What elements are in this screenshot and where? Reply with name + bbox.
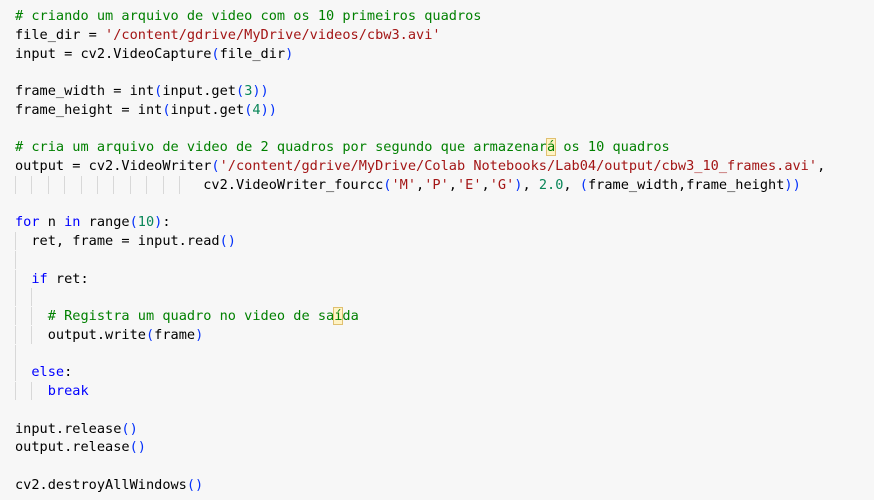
code-line[interactable]: # Registra um quadro no video de saída [15, 307, 359, 325]
code-line[interactable]: for n in range(10): [15, 213, 171, 231]
code-token: frame_height = int [15, 101, 163, 118]
indent-guide [31, 288, 33, 307]
code-token: file_dir [219, 45, 286, 62]
code-token: input.release [15, 420, 122, 437]
code-token: 'P' [424, 176, 449, 193]
code-token: )) [260, 101, 277, 118]
code-token: ( [162, 101, 171, 118]
code-line[interactable]: input.release() [15, 420, 138, 438]
code-token: in [64, 214, 81, 231]
code-token: á [545, 138, 557, 157]
code-line[interactable]: frame_width = int(input.get(3)) [15, 82, 269, 100]
code-token: , [448, 176, 457, 193]
code-token: 2.0 [538, 176, 564, 193]
code-token: 10 [137, 214, 155, 231]
code-line[interactable]: file_dir = '/content/gdrive/MyDrive/vide… [15, 26, 441, 44]
code-line[interactable]: else: [15, 363, 72, 381]
code-token: cv2.VideoWriter_fourcc [15, 176, 384, 193]
code-token: , [522, 176, 539, 193]
code-token: ) [285, 45, 294, 62]
code-token: range [80, 214, 130, 231]
code-token: , [481, 176, 490, 193]
code-token: )) [784, 176, 801, 193]
code-token: () [121, 420, 138, 437]
code-line[interactable]: cv2.VideoWriter_fourcc('M','P','E','G'),… [15, 176, 801, 194]
code-token: '/content/gdrive/MyDrive/Colab Notebooks… [219, 158, 818, 174]
code-token: 'G' [489, 176, 515, 193]
code-line[interactable]: # criando um arquivo de video com os 10 … [15, 7, 482, 25]
code-token: ret, frame = input.read [15, 233, 220, 249]
code-token: ( [236, 83, 245, 99]
code-token: input.get [170, 101, 245, 118]
code-token: for [15, 214, 40, 231]
code-token: file_dir = [15, 26, 106, 43]
code-token: os 10 quadros [555, 139, 670, 156]
code-line[interactable]: frame_height = int(input.get(4)) [15, 101, 277, 119]
code-token: cv2.destroyAllWindows [15, 476, 187, 493]
code-token: , [817, 158, 826, 174]
code-token: 'M' [391, 176, 417, 193]
code-line[interactable]: # cria um arquivo de video de 2 quadros … [15, 138, 670, 157]
code-token: ( [145, 326, 155, 343]
indent-guide [15, 250, 16, 269]
indent-guide [15, 344, 16, 363]
code-editor[interactable]: # criando um arquivo de video com os 10 … [0, 0, 874, 500]
code-token: output = cv2.VideoWriter [15, 158, 212, 174]
code-token: : [64, 364, 73, 381]
code-line[interactable]: input = cv2.VideoCapture(file_dir) [15, 45, 293, 63]
code-line[interactable]: output.release() [15, 438, 146, 456]
code-token: ( [579, 176, 588, 193]
code-token: 'E' [456, 176, 482, 193]
code-token: n [39, 214, 65, 231]
code-token: # criando um arquivo de video com os 10 … [15, 8, 482, 24]
indent-guide [15, 288, 16, 307]
code-token: frame_width = int [15, 83, 155, 99]
code-line[interactable]: output.write(frame) [15, 326, 204, 344]
code-line[interactable]: if ret: [15, 270, 89, 288]
code-token: , [416, 176, 425, 193]
code-token: frame [154, 326, 196, 343]
code-token: else [31, 364, 65, 381]
code-token: output.release [15, 439, 130, 456]
code-token: : [162, 214, 171, 231]
code-token: if [31, 270, 48, 287]
code-token: ( [211, 45, 220, 62]
code-token: # cria um arquivo de video de 2 quadros … [15, 139, 547, 156]
code-token: break [47, 383, 89, 399]
code-token: )) [252, 83, 269, 99]
code-token: '/content/gdrive/MyDrive/videos/cbw3.avi… [105, 26, 441, 43]
code-token: () [219, 233, 236, 249]
code-token: input.get [162, 83, 236, 99]
code-token: da [342, 308, 359, 324]
code-token: ret: [47, 270, 89, 287]
code-line[interactable]: output = cv2.VideoWriter('/content/gdriv… [15, 157, 825, 175]
code-token: # Registra um quadro no video de sa [47, 308, 335, 324]
code-token: ( [129, 214, 138, 231]
code-token: , [563, 176, 580, 193]
code-token: ) [195, 326, 204, 343]
code-line[interactable]: ret, frame = input.read() [15, 232, 236, 250]
code-token: input = cv2.VideoCapture [15, 45, 212, 62]
code-line[interactable]: cv2.destroyAllWindows() [15, 476, 203, 494]
code-token: frame_width,frame_height [587, 176, 785, 193]
code-token: 4 [252, 101, 261, 118]
code-token: output.write [15, 326, 146, 343]
code-token: () [129, 439, 146, 456]
code-line[interactable]: break [15, 382, 89, 400]
code-token: () [186, 476, 204, 493]
code-token: ( [211, 158, 220, 174]
